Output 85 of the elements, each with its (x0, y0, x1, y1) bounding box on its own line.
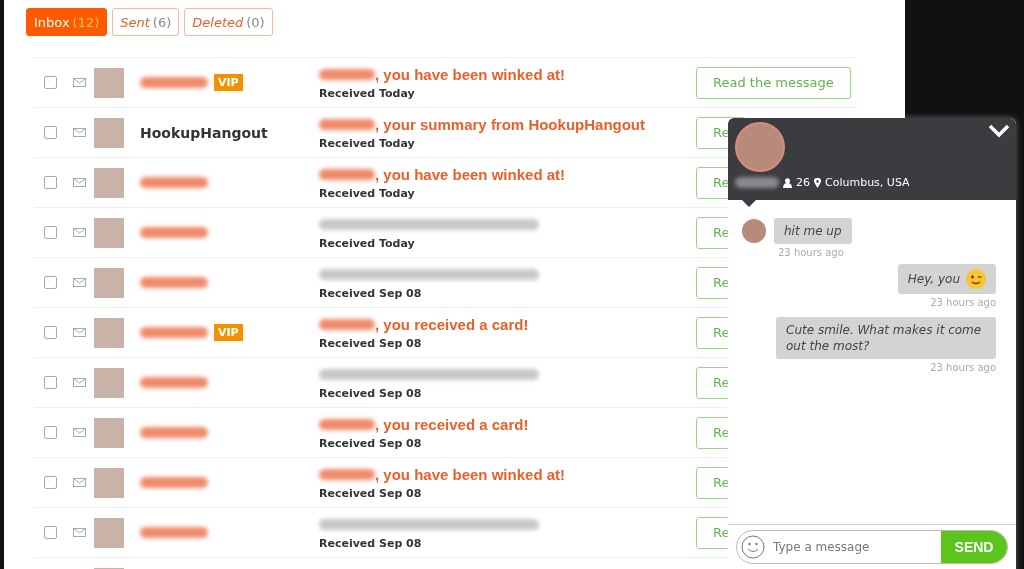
message-time: 23 hours ago (778, 247, 844, 258)
received-date: Received Sep 08 (319, 386, 423, 400)
message-subject: , your summary from HookupHangout (375, 116, 646, 133)
message-input-field[interactable]: Type a message SEND (736, 530, 1008, 564)
checkbox[interactable] (44, 76, 57, 89)
envelope-icon (73, 178, 86, 187)
photo-placeholder (94, 67, 124, 98)
received-date: Received Sep 08 (319, 536, 423, 550)
age-text: 26 (796, 176, 810, 189)
vip-badge: VIP (214, 74, 243, 91)
folder-tab[interactable]: Deleted (0) (184, 8, 273, 36)
avatar-photo-placeholder (735, 122, 785, 172)
blurred-name (140, 477, 208, 488)
received-date: Received Sep 08 (319, 486, 423, 500)
folder-tab[interactable]: Sent (6) (112, 8, 180, 36)
photo-placeholder (94, 217, 124, 248)
vip-badge: VIP (214, 324, 243, 341)
envelope-icon (73, 78, 86, 87)
location-pin-icon (814, 177, 821, 188)
checkbox[interactable] (44, 326, 57, 339)
message-subject: , you have been winked at! (375, 466, 566, 483)
checkbox[interactable] (44, 526, 57, 539)
checkbox[interactable] (44, 376, 57, 389)
blurred-name (319, 119, 375, 130)
photo-placeholder (94, 467, 124, 498)
envelope-icon (73, 528, 86, 537)
checkbox[interactable] (44, 426, 57, 439)
message-time: 23 hours ago (930, 362, 996, 373)
blurred-name (140, 527, 208, 538)
photo-placeholder (94, 267, 124, 298)
message-subject: , you have been winked at! (375, 66, 566, 83)
checkbox[interactable] (44, 126, 57, 139)
envelope-icon (73, 278, 86, 287)
message-bubble: hit me up (774, 218, 852, 244)
envelope-icon (73, 128, 86, 137)
person-icon (783, 177, 792, 188)
message-time: 23 hours ago (930, 297, 996, 308)
blurred-name (140, 427, 208, 438)
envelope-icon (73, 428, 86, 437)
photo-placeholder (94, 417, 124, 448)
blurred-name (140, 277, 208, 288)
blurred-name (319, 419, 375, 430)
message-subject: , you received a card! (375, 316, 529, 333)
blurred-name (319, 469, 375, 480)
checkbox[interactable] (44, 476, 57, 489)
received-date: Received Sep 08 (319, 336, 423, 350)
message-subject: , you have been winked at! (375, 166, 566, 183)
send-button[interactable]: SEND (941, 531, 1007, 563)
photo-placeholder (94, 517, 124, 548)
blurred-name (319, 69, 375, 80)
envelope-icon (73, 328, 86, 337)
received-date: Received Sep 08 (319, 436, 423, 450)
avatar-photo-placeholder (742, 219, 766, 243)
envelope-icon (73, 378, 86, 387)
photo-placeholder (94, 367, 124, 398)
blurred-name (140, 377, 208, 388)
blurred-name (735, 177, 779, 188)
checkbox[interactable] (44, 176, 57, 189)
read-message-button[interactable]: Read the message (696, 66, 851, 99)
blurred-name (140, 77, 208, 88)
message-bubble: Cute smile. What makes it come out the most? (776, 317, 996, 359)
location-text: Columbus, USA (825, 176, 910, 189)
envelope-icon (73, 228, 86, 237)
message-subject: , you received a card! (375, 416, 529, 433)
blurred-name (140, 177, 208, 188)
checkbox[interactable] (44, 226, 57, 239)
received-date: Received Today (319, 136, 416, 150)
blurred-name (319, 169, 375, 180)
blurred-name (140, 327, 208, 338)
blurred-name (140, 227, 208, 238)
received-date: Received Today (319, 86, 416, 100)
chevron-down-icon[interactable] (988, 124, 1010, 138)
checkbox[interactable] (44, 276, 57, 289)
folder-tab[interactable]: Inbox (12) (26, 8, 108, 36)
smiley-icon[interactable] (741, 535, 765, 559)
photo-placeholder (94, 317, 124, 348)
received-date: Received Today (319, 236, 416, 250)
received-date: Received Today (319, 186, 416, 200)
photo-placeholder (94, 117, 124, 148)
received-date: Received Sep 08 (319, 286, 423, 300)
blurred-name (319, 319, 375, 330)
photo-placeholder (94, 167, 124, 198)
envelope-icon (73, 478, 86, 487)
message-bubble: Hey, you (897, 264, 996, 294)
sender-name: HookupHangout (140, 124, 268, 141)
